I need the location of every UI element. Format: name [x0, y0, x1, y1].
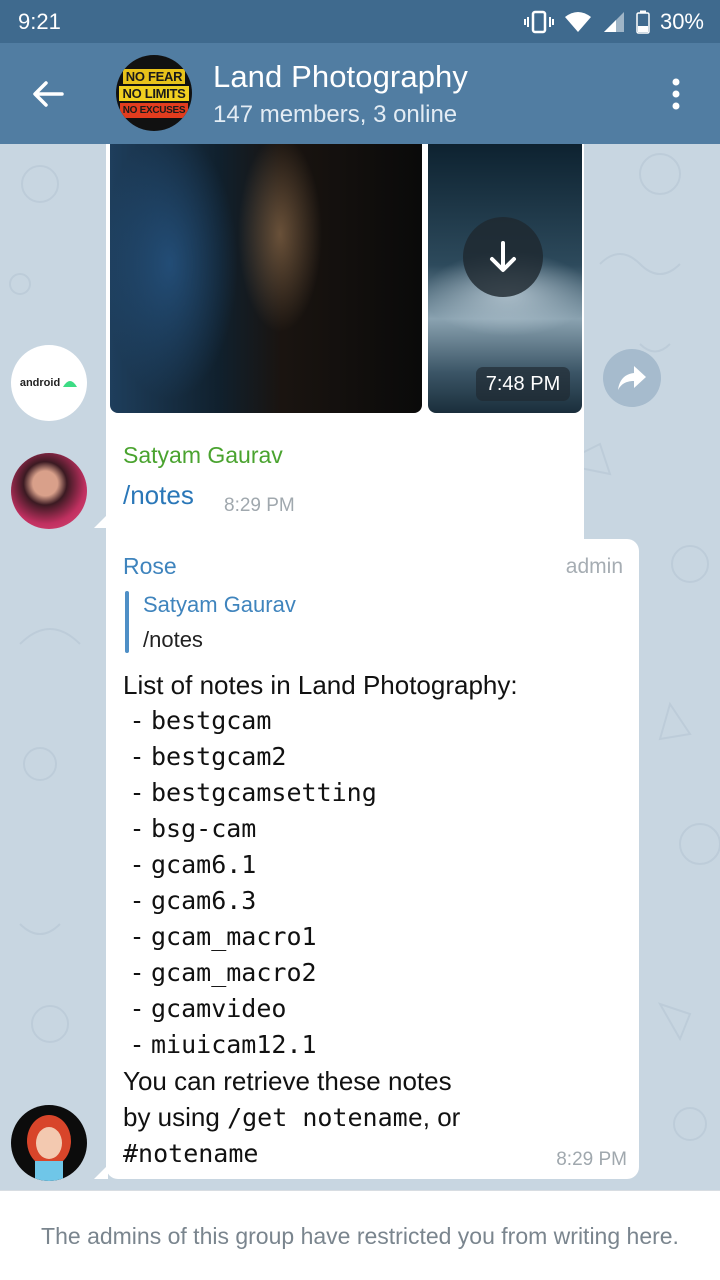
media-photo[interactable]: [110, 144, 422, 413]
wifi-icon: [564, 11, 591, 32]
status-time: 9:21: [18, 8, 61, 34]
avatar-text-2: NO LIMITS: [119, 85, 189, 101]
more-options-button[interactable]: [664, 76, 688, 112]
chat-area[interactable]: 7:48 PM android Satyam Gaurav /notes 8:2…: [0, 144, 720, 1190]
message-bubble[interactable]: Rose admin Satyam Gaurav /notes List of …: [106, 539, 639, 1179]
member-count: 147 members, 3 online: [213, 101, 458, 128]
share-arrow-icon: [618, 366, 646, 390]
reply-text[interactable]: /notes: [143, 627, 203, 653]
note-name: bsg-cam: [151, 814, 257, 843]
footer-text: by using: [123, 1102, 228, 1132]
note-name: miuicam12.1: [151, 1030, 317, 1059]
reply-indicator: [125, 591, 129, 653]
write-restriction-notice: The admins of this group have restricted…: [0, 1190, 720, 1280]
share-button[interactable]: [603, 349, 661, 407]
more-vert-icon: [672, 78, 680, 110]
arrow-down-icon: [490, 241, 516, 272]
note-name: gcam_macro2: [151, 958, 317, 987]
bubble-tail: [94, 514, 108, 528]
battery-percent: 30%: [659, 8, 704, 34]
sender-name[interactable]: Rose: [123, 553, 177, 580]
command-link[interactable]: /notes: [123, 480, 194, 511]
note-name: bestgcam2: [151, 742, 287, 771]
notes-footer-line-2: by using /get notename, or: [123, 1099, 623, 1136]
avatar[interactable]: [11, 453, 87, 529]
message-text: List of notes in Land Photography: - best…: [123, 667, 623, 1172]
note-item: - gcam6.3: [123, 883, 623, 919]
message-bubble[interactable]: Satyam Gaurav /notes 8:29 PM: [106, 428, 315, 528]
note-item: - bestgcam2: [123, 739, 623, 775]
admin-badge: admin: [565, 555, 623, 578]
status-icons: 30%: [523, 8, 704, 35]
note-item: - bestgcamsetting: [123, 775, 623, 811]
avatar-text-3: NO EXCUSES: [119, 102, 189, 118]
message-time: 8:29 PM: [224, 495, 295, 516]
note-item: - gcam_macro1: [123, 919, 623, 955]
get-command-code: /get notename: [227, 1103, 423, 1132]
back-button[interactable]: [28, 74, 68, 114]
note-item: - gcamvideo: [123, 991, 623, 1027]
rose-avatar-image: [27, 1115, 71, 1181]
note-name: bestgcamsetting: [151, 778, 377, 807]
notes-footer-line-1: You can retrieve these notes: [123, 1066, 452, 1096]
note-item: - miuicam12.1: [123, 1027, 623, 1063]
arrow-left-icon: [33, 81, 64, 107]
group-title[interactable]: Land Photography: [213, 59, 468, 95]
footer-text: , or: [422, 1102, 461, 1132]
note-item: - gcam_macro2: [123, 955, 623, 991]
note-item: - bestgcam: [123, 703, 623, 739]
status-bar: 9:21 30%: [0, 0, 720, 43]
avatar[interactable]: android: [11, 345, 87, 421]
avatar-text-1: NO FEAR: [122, 68, 186, 84]
download-button[interactable]: [463, 217, 543, 297]
chat-header: NO FEAR NO LIMITS NO EXCUSES Land Photog…: [0, 43, 720, 144]
android-icon: [63, 381, 78, 387]
sender-name[interactable]: Satyam Gaurav: [123, 442, 283, 469]
avatar[interactable]: [11, 1105, 87, 1181]
signal-icon: [603, 11, 624, 32]
hashtag-code: #notename: [123, 1139, 259, 1168]
message-time: 8:29 PM: [556, 1149, 627, 1170]
note-name: gcam_macro1: [151, 922, 317, 951]
note-item: - gcam6.1: [123, 847, 623, 883]
group-avatar[interactable]: NO FEAR NO LIMITS NO EXCUSES: [116, 55, 192, 131]
note-name: bestgcam: [151, 706, 272, 735]
battery-icon: [636, 10, 650, 34]
bubble-tail: [94, 1165, 108, 1179]
note-item: - bsg-cam: [123, 811, 623, 847]
note-name: gcamvideo: [151, 994, 287, 1023]
android-logo-text: android: [19, 377, 61, 389]
note-name: gcam6.1: [151, 850, 257, 879]
note-name: gcam6.3: [151, 886, 257, 915]
vibrate-icon: [523, 10, 554, 33]
reply-sender[interactable]: Satyam Gaurav: [143, 592, 296, 618]
notes-intro: List of notes in Land Photography:: [123, 670, 518, 700]
media-timestamp: 7:48 PM: [476, 367, 570, 401]
